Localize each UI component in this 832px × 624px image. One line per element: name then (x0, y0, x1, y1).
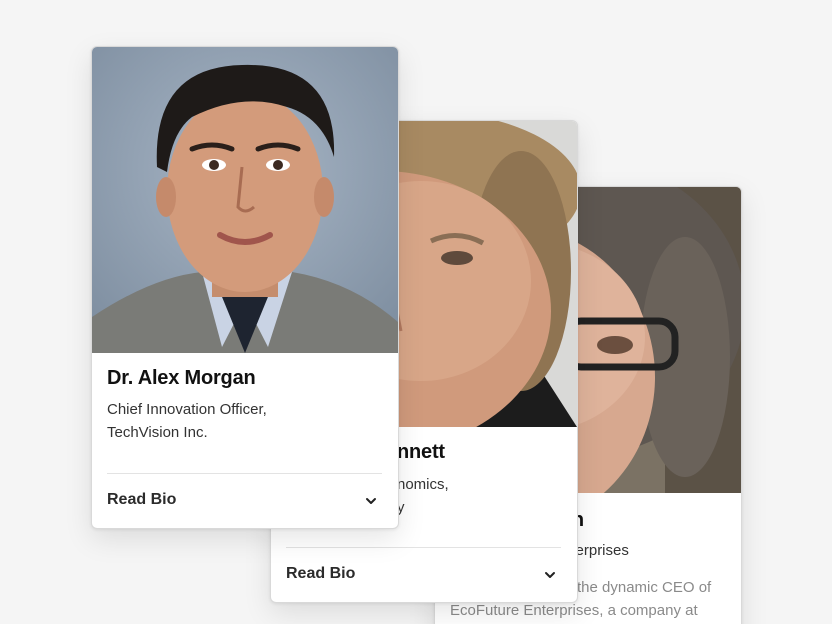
speaker-card-1[interactable]: Dr. Alex Morgan Chief Innovation Officer… (91, 46, 399, 529)
speaker-photo (92, 47, 398, 353)
divider (286, 547, 561, 548)
speaker-role: nomics, (397, 476, 449, 493)
speaker-name: nnett (397, 441, 445, 463)
read-bio-button[interactable]: Read Bio (107, 491, 176, 509)
chevron-down-icon[interactable] (543, 568, 557, 582)
speaker-name: Dr. Alex Morgan (107, 367, 256, 389)
read-bio-button[interactable]: Read Bio (286, 565, 355, 583)
divider (107, 473, 382, 474)
chevron-down-icon[interactable] (364, 494, 378, 508)
speaker-cards-stage: en nterprises the dynamic CEO of EcoFutu… (0, 0, 832, 624)
speaker-role: TechVision Inc. (107, 424, 208, 441)
speaker-bio-line: the dynamic CEO of (577, 579, 712, 596)
speaker-role: Chief Innovation Officer, (107, 401, 267, 418)
